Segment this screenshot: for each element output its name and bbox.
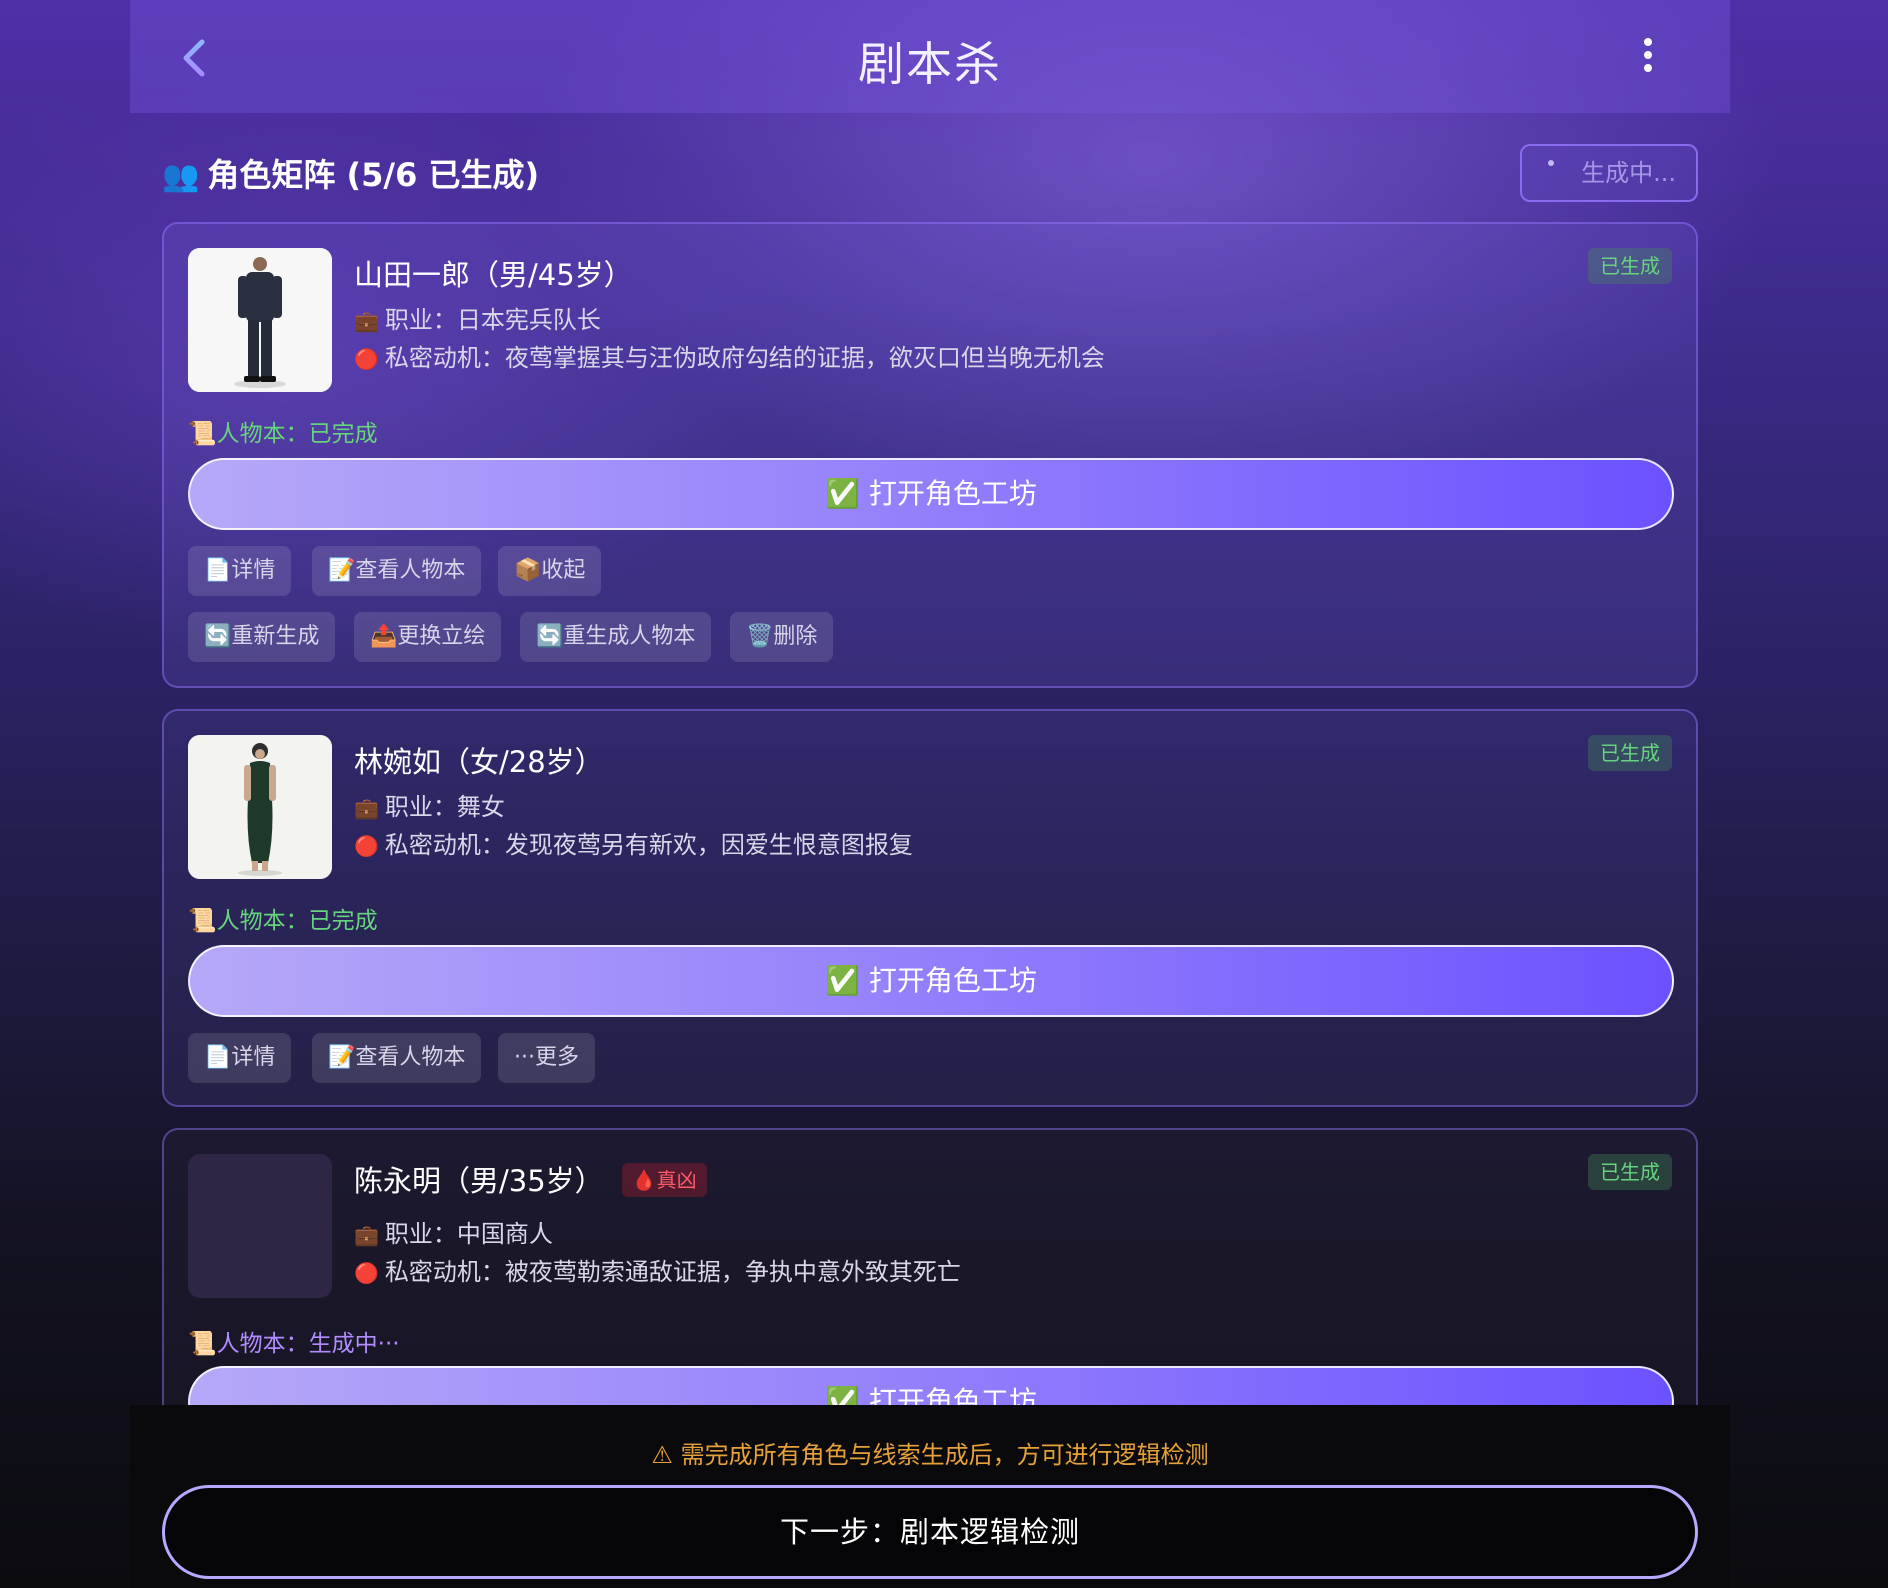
script-status: 📜人物本：生成中··· (188, 1331, 400, 1357)
character-occupation: 💼 职业：中国商人 (354, 1220, 553, 1248)
character-portrait (188, 735, 332, 879)
character-occupation: 💼 职业：舞女 (354, 793, 505, 821)
character-portrait (188, 248, 332, 392)
bottom-action-bar: ⚠ 需完成所有角色与线索生成后，方可进行逻辑检测 下一步：剧本逻辑检测 (130, 1405, 1730, 1588)
character-card: 陈永明（男/35岁） 🩸真凶 已生成 💼 职业：中国商人 🔴 私密动机：被夜莺勒索通敌… (162, 1128, 1698, 1438)
briefcase-icon: 💼 (354, 796, 379, 820)
briefcase-icon: 💼 (354, 309, 379, 333)
page-title: 剧本杀 (858, 37, 1002, 91)
red-circle-icon: 🔴 (354, 1261, 379, 1285)
red-circle-icon: 🔴 (354, 347, 379, 371)
character-motive: 🔴 私密动机：夜莺掌握其与汪伪政府勾结的证据，欲灭口但当晚无机会 (354, 344, 1105, 372)
collapse-button[interactable]: 📦收起 (498, 546, 602, 596)
regenerate-script-button[interactable]: 🔄重生成人物本 (520, 612, 712, 662)
character-portrait-placeholder (188, 1154, 332, 1298)
open-workshop-button[interactable]: ✅ 打开角色工坊 (188, 945, 1674, 1017)
details-button[interactable]: 📄详情 (188, 546, 292, 596)
briefcase-icon: 💼 (354, 1223, 379, 1247)
more-menu-button[interactable] (1636, 38, 1660, 78)
character-name: 陈永明（男/35岁） 🩸真凶 (354, 1158, 707, 1200)
more-actions-button[interactable]: ···更多 (498, 1033, 595, 1083)
more-dots-icon (1644, 38, 1652, 46)
validation-warning: ⚠ 需完成所有角色与线索生成后，方可进行逻辑检测 (651, 1441, 1209, 1469)
section-title-text: 角色矩阵 (5/6 已生成) (207, 156, 540, 194)
view-script-button[interactable]: 📝查看人物本 (312, 1033, 482, 1083)
open-workshop-button[interactable]: ✅ 打开角色工坊 (188, 458, 1674, 530)
culprit-badge: 🩸真凶 (621, 1163, 707, 1197)
generate-all-label: 生成中... (1581, 159, 1676, 187)
character-name: 山田一郎（男/45岁） (354, 258, 633, 292)
scroll-icon: 📜 (188, 1331, 217, 1357)
character-name: 林婉如（女/28岁） (354, 745, 604, 779)
status-badge: 已生成 (1588, 248, 1672, 284)
details-button[interactable]: 📄详情 (188, 1033, 292, 1083)
red-circle-icon: 🔴 (354, 834, 379, 858)
script-status: 📜人物本：已完成 (188, 908, 378, 934)
script-status: 📜人物本：已完成 (188, 421, 378, 447)
generate-all-button[interactable]: 生成中... (1520, 144, 1698, 202)
scroll-icon: 📜 (188, 421, 217, 447)
character-card: 山田一郎（男/45岁） 已生成 💼 职业：日本宪兵队长 🔴 私密动机：夜莺掌握其与汪… (162, 222, 1698, 688)
status-badge: 已生成 (1588, 735, 1672, 771)
replace-portrait-button[interactable]: 📤更换立绘 (354, 612, 502, 662)
delete-button[interactable]: 🗑️删除 (730, 612, 834, 662)
next-step-button[interactable]: 下一步：剧本逻辑检测 (162, 1485, 1698, 1579)
section-title: 👥 角色矩阵 (5/6 已生成) (162, 150, 539, 196)
scroll-icon: 📜 (188, 908, 217, 934)
character-motive: 🔴 私密动机：被夜莺勒索通敌证据，争执中意外致其死亡 (354, 1258, 961, 1286)
loading-spinner-icon (1548, 160, 1554, 166)
character-occupation: 💼 职业：日本宪兵队长 (354, 306, 601, 334)
character-card: 林婉如（女/28岁） 已生成 💼 职业：舞女 🔴 私密动机：发现夜莺另有新欢，因爱生… (162, 709, 1698, 1107)
status-badge: 已生成 (1588, 1154, 1672, 1190)
app-root: 剧本杀 👥 角色矩阵 (5/6 已生成) 生成中... 山田一郎（男/45岁） … (130, 0, 1730, 1588)
portrait-figure-icon (188, 248, 332, 392)
users-icon: 👥 (162, 159, 200, 194)
portrait-figure-icon (188, 735, 332, 879)
top-bar: 剧本杀 (130, 0, 1730, 113)
regenerate-button[interactable]: 🔄重新生成 (188, 612, 336, 662)
character-motive: 🔴 私密动机：发现夜莺另有新欢，因爱生恨意图报复 (354, 831, 913, 859)
view-script-button[interactable]: 📝查看人物本 (312, 546, 482, 596)
